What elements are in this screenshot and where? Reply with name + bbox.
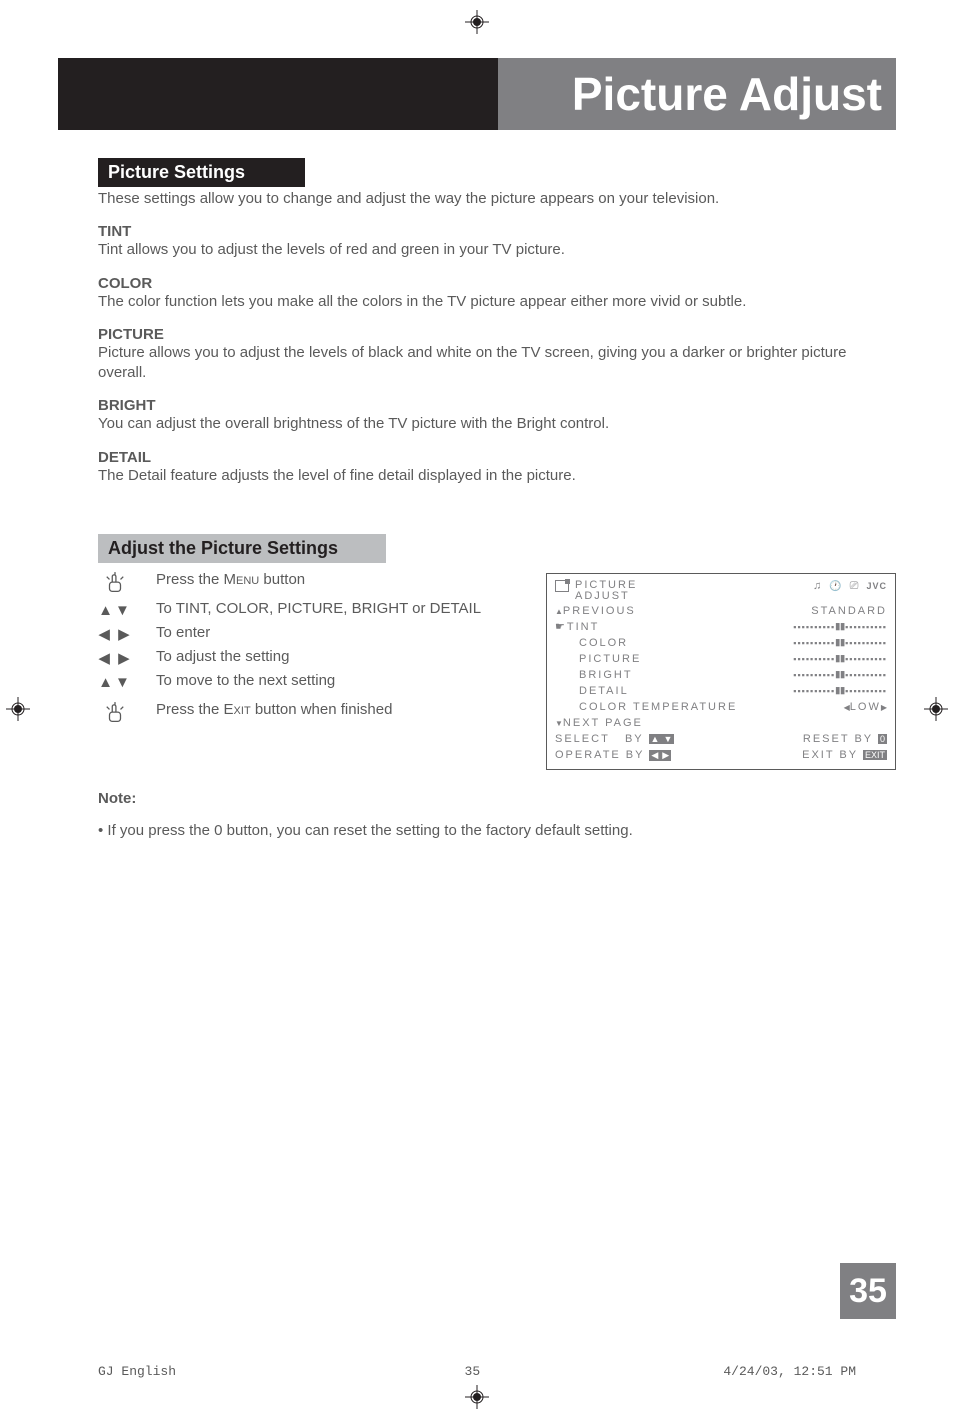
pointer-icon: ☛ <box>555 621 567 633</box>
desc-detail: The Detail feature adjusts the level of … <box>98 466 896 486</box>
up-down-arrows-icon: ▲▼ <box>98 598 132 621</box>
page-title: Picture Adjust <box>572 67 882 121</box>
footer-left: GJ English <box>98 1364 176 1379</box>
step-row: ▲▼ To TINT, COLOR, PICTURE, BRIGHT or DE… <box>98 598 516 621</box>
clock-icon: 🕐 <box>829 581 843 592</box>
label-bright: BRIGHT <box>98 397 896 414</box>
note-bullet: • If you press the 0 button, you can res… <box>98 822 896 839</box>
left-right-arrows-icon: ◀ ▶ <box>98 646 132 669</box>
registration-mark-icon <box>465 1385 489 1409</box>
osd-select: SELECT BY ▲▼ <box>555 733 674 745</box>
osd-row-detail: DETAIL <box>555 685 629 697</box>
registration-mark-icon <box>6 697 30 721</box>
slider-icon: ▪▪▪▪▪▪▪▪▪▪▮▮▪▪▪▪▪▪▪▪▪▪ <box>793 669 887 680</box>
slider-icon: ▪▪▪▪▪▪▪▪▪▪▮▮▪▪▪▪▪▪▪▪▪▪ <box>793 653 887 664</box>
step-text: Press the Menu button <box>156 569 516 590</box>
osd-low: ◀LOW▶ <box>844 701 887 713</box>
osd-exit: EXIT BY EXIT <box>802 749 887 761</box>
step-row: ▲▼ To move to the next setting <box>98 670 516 693</box>
osd-nextpage: NEXT PAGE <box>563 717 643 729</box>
section-heading-picture-settings: Picture Settings <box>98 158 305 187</box>
desc-tint: Tint allows you to adjust the levels of … <box>98 240 896 260</box>
footer-right: 4/24/03, 12:51 PM <box>723 1364 856 1379</box>
label-color: COLOR <box>98 275 896 292</box>
intro-text: These settings allow you to change and a… <box>98 189 896 209</box>
press-button-icon <box>98 699 132 727</box>
osd-row-bright: BRIGHT <box>555 669 633 681</box>
step-text: Press the Exit button when finished <box>156 699 516 720</box>
music-note-icon: ♫ <box>813 580 823 592</box>
label-picture: PICTURE <box>98 326 896 343</box>
plug-icon: ⎚ <box>850 580 861 593</box>
osd-operate: OPERATE BY ◀▶ <box>555 749 671 761</box>
picture-square-icon <box>555 580 569 592</box>
osd-title-2: ADJUST <box>575 591 637 603</box>
step-text: To move to the next setting <box>156 670 516 691</box>
desc-color: The color function lets you make all the… <box>98 292 896 312</box>
press-button-icon <box>98 569 132 597</box>
osd-previous: PREVIOUS <box>563 605 636 617</box>
osd-row-tint: TINT <box>567 621 599 633</box>
up-down-arrows-icon: ▲▼ <box>98 670 132 693</box>
label-tint: TINT <box>98 223 896 240</box>
osd-brand: JVC <box>866 581 887 591</box>
section-heading-adjust: Adjust the Picture Settings <box>98 534 386 563</box>
desc-bright: You can adjust the overall brightness of… <box>98 414 896 434</box>
osd-row-picture: PICTURE <box>555 653 641 665</box>
osd-reset: RESET BY 0 <box>803 733 887 745</box>
osd-screenshot: PICTURE ADJUST ♫ 🕐 ⎚ JVC ▲PREVIOUS STAND… <box>546 573 896 770</box>
slider-icon: ▪▪▪▪▪▪▪▪▪▪▮▮▪▪▪▪▪▪▪▪▪▪ <box>793 621 887 632</box>
registration-mark-icon <box>924 697 948 721</box>
step-text: To adjust the setting <box>156 646 516 667</box>
page-number-badge: 35 <box>840 1263 896 1319</box>
step-row: Press the Menu button <box>98 569 516 597</box>
page-title-bar: Picture Adjust <box>58 58 896 130</box>
slider-icon: ▪▪▪▪▪▪▪▪▪▪▮▮▪▪▪▪▪▪▪▪▪▪ <box>793 637 887 648</box>
print-footer: GJ English 35 4/24/03, 12:51 PM <box>98 1364 856 1379</box>
left-right-arrows-icon: ◀ ▶ <box>98 622 132 645</box>
note-label: Note: <box>98 790 896 807</box>
step-row: ◀ ▶ To adjust the setting <box>98 646 516 669</box>
step-text: To enter <box>156 622 516 643</box>
osd-row-color: COLOR <box>555 637 628 649</box>
osd-colortemp: COLOR TEMPERATURE <box>555 701 737 713</box>
step-text: To TINT, COLOR, PICTURE, BRIGHT or DETAI… <box>156 598 516 619</box>
down-triangle-icon: ▼ <box>555 719 563 728</box>
footer-center: 35 <box>465 1364 481 1379</box>
slider-icon: ▪▪▪▪▪▪▪▪▪▪▮▮▪▪▪▪▪▪▪▪▪▪ <box>793 685 887 696</box>
desc-picture: Picture allows you to adjust the levels … <box>98 343 896 384</box>
step-row: Press the Exit button when finished <box>98 699 516 727</box>
up-triangle-icon: ▲ <box>555 607 563 616</box>
registration-mark-icon <box>465 10 489 34</box>
label-detail: DETAIL <box>98 449 896 466</box>
osd-standard: STANDARD <box>811 605 887 617</box>
step-row: ◀ ▶ To enter <box>98 622 516 645</box>
